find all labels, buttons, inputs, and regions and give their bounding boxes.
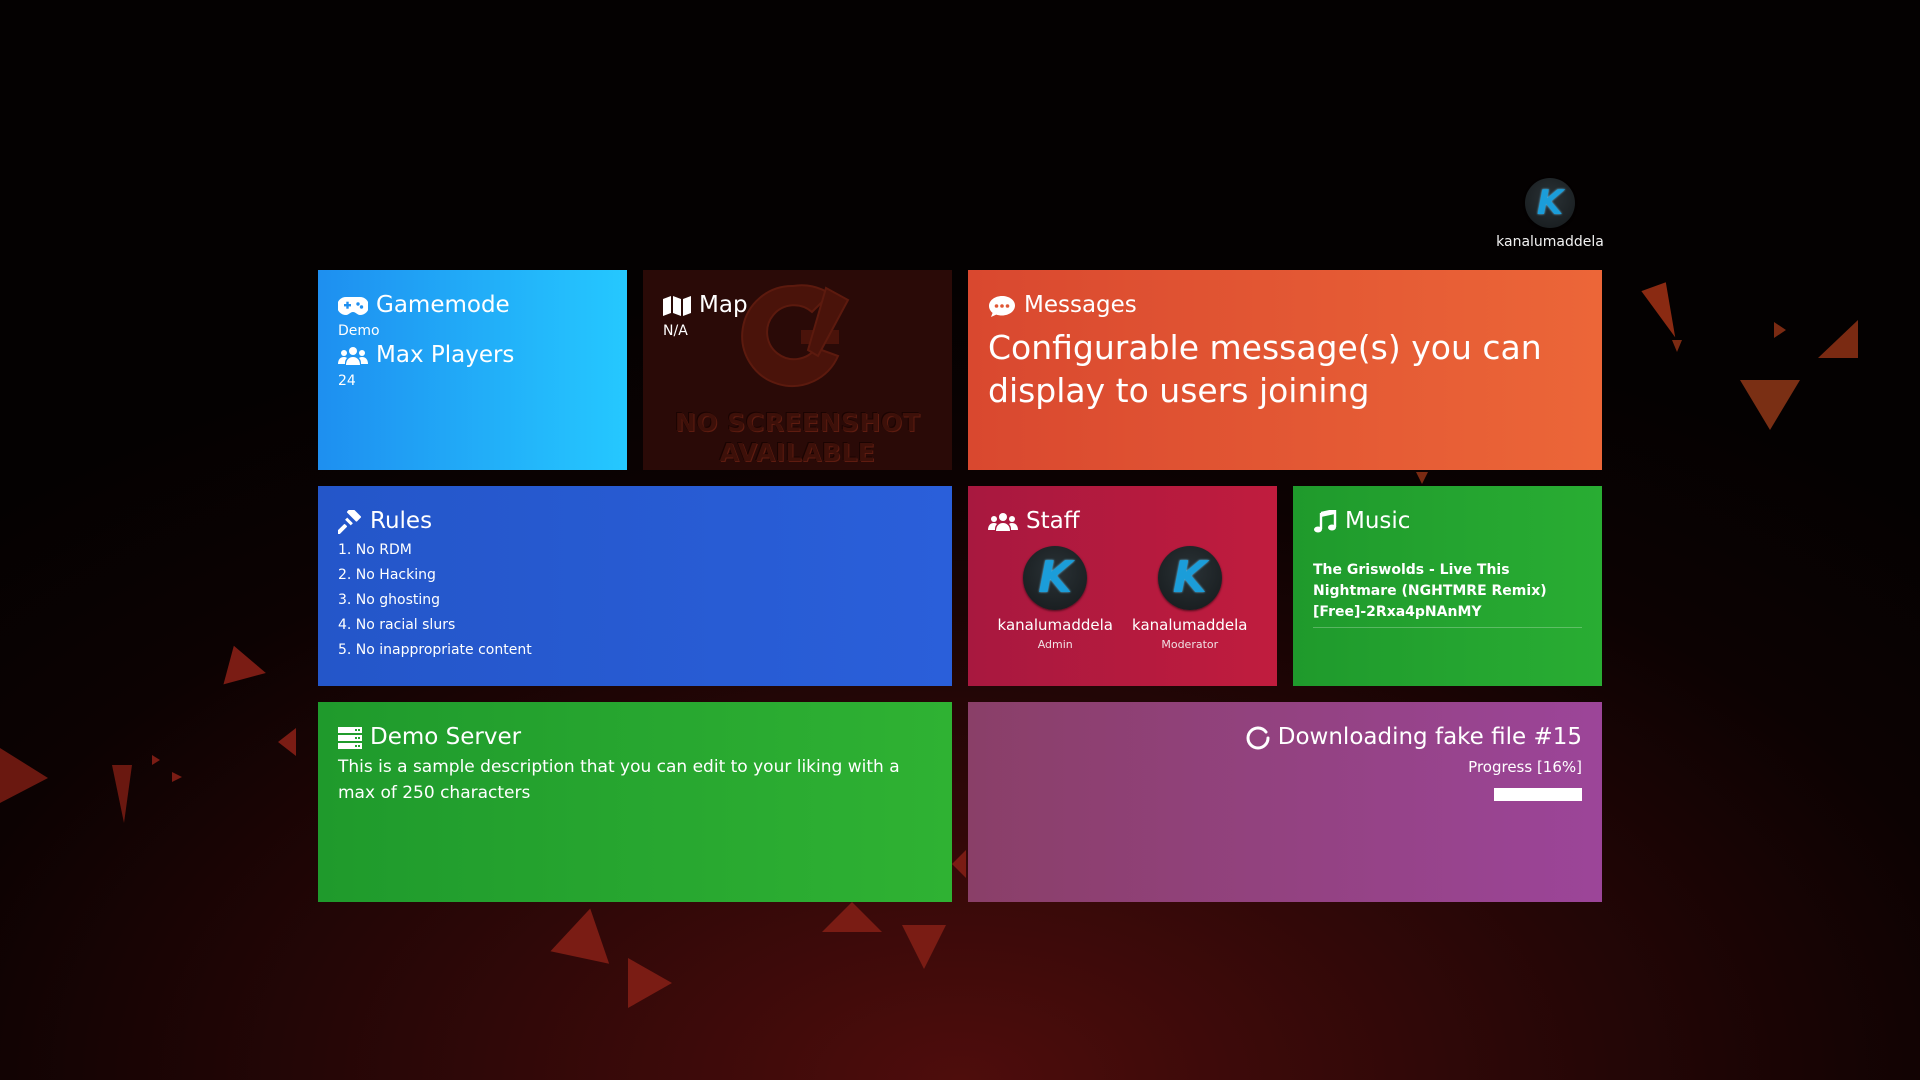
progress-bar-fill [1494, 788, 1582, 801]
rule-item: 5. No inappropriate content [338, 641, 532, 658]
user-profile[interactable]: K kanalumaddela [1480, 178, 1620, 250]
map-tile: NO SCREENSHOT AVAILABLE Map N/A [643, 270, 952, 470]
staff-avatar[interactable]: K [1157, 545, 1222, 610]
background-shard [628, 958, 672, 1008]
music-icon [1314, 509, 1337, 533]
gamepad-icon [338, 296, 368, 315]
background-shard [112, 765, 132, 823]
no-screenshot-line2: AVAILABLE [719, 438, 876, 467]
gamemode-value: Demo [338, 322, 380, 339]
song-title: The Griswolds - Live This Nightmare (NGH… [1313, 560, 1582, 628]
user-avatar[interactable]: K [1525, 178, 1575, 228]
background-shard [1740, 380, 1800, 430]
music-title: Music [1345, 508, 1411, 534]
staff-name: kanalumaddela [1132, 615, 1248, 634]
no-screenshot-line1: NO SCREENSHOT [674, 408, 921, 437]
progress-bar [1494, 788, 1582, 801]
music-heading: Music [1313, 508, 1582, 536]
avatar-letter: K [1038, 551, 1073, 603]
staff-member[interactable]: K kanalumaddela Moderator [1125, 545, 1255, 651]
server-title: Demo Server [370, 724, 522, 750]
server-description: This is a sample description that you ca… [338, 756, 900, 803]
staff-tile: Staff K kanalumaddela Admin K kanalumadd… [968, 486, 1277, 686]
user-name: kanalumaddela [1496, 234, 1604, 250]
background-shard [278, 728, 296, 756]
staff-role: Admin [1037, 637, 1073, 651]
avatar-letter: K [1172, 551, 1207, 603]
no-screenshot-text: NO SCREENSHOT AVAILABLE [675, 408, 920, 468]
progress-label: Progress [16%] [1468, 757, 1582, 776]
staff-heading: Staff [988, 508, 1257, 536]
map-icon [663, 295, 691, 316]
max-players-value: 24 [338, 372, 356, 389]
rule-item: 3. No ghosting [338, 591, 441, 608]
users-icon [338, 346, 368, 365]
download-tile: Downloading fake file #15 Progress [16%] [968, 702, 1602, 902]
messages-title: Messages [1024, 292, 1137, 318]
rule-item: 2. No Hacking [338, 566, 436, 583]
server-heading: Demo Server [338, 724, 932, 752]
background-shard [1672, 340, 1682, 352]
background-shard [152, 755, 160, 765]
rules-heading: Rules [338, 508, 932, 536]
rules-list: 1. No RDM 2. No Hacking 3. No ghosting 4… [338, 538, 932, 663]
message-text: Configurable message(s) you can display … [988, 327, 1542, 411]
messages-tile: Messages Configurable message(s) you can… [968, 270, 1602, 470]
map-info: Map N/A [663, 292, 932, 342]
background-shard [1641, 282, 1685, 343]
avatar-letter: K [1536, 183, 1564, 223]
gamemode-tile: Gamemode Demo Max Players 24 [318, 270, 627, 470]
background-shard [223, 645, 271, 695]
gavel-icon [338, 509, 362, 534]
rule-item: 1. No RDM [338, 541, 412, 558]
background-shard [952, 850, 966, 878]
map-value: N/A [663, 322, 688, 339]
staff-avatar[interactable]: K [1023, 545, 1088, 610]
background-shard [172, 772, 182, 782]
background-shard [1818, 320, 1858, 358]
rules-tile: Rules 1. No RDM 2. No Hacking 3. No ghos… [318, 486, 952, 686]
background-shard [1416, 472, 1428, 484]
spinner-icon [1246, 726, 1270, 750]
rules-title: Rules [370, 508, 433, 534]
gamemode-title: Gamemode [376, 292, 510, 318]
rule-item: 4. No racial slurs [338, 616, 456, 633]
staff-member[interactable]: K kanalumaddela Admin [990, 545, 1120, 651]
max-players-heading: Max Players [338, 342, 607, 370]
background-shard [902, 925, 946, 969]
staff-role: Moderator [1161, 637, 1219, 651]
max-players-title: Max Players [376, 341, 515, 368]
server-tile: Demo Server This is a sample description… [318, 702, 952, 902]
gamemode-heading: Gamemode [338, 292, 607, 320]
background-shard [0, 748, 48, 803]
music-tile: Music The Griswolds - Live This Nightmar… [1293, 486, 1602, 686]
download-heading: Downloading fake file #15 [1246, 724, 1582, 752]
map-heading: Map [663, 292, 932, 320]
staff-list: K kanalumaddela Admin K kanalumaddela Mo… [988, 545, 1257, 651]
download-title: Downloading fake file #15 [1277, 724, 1582, 750]
server-icon [338, 726, 362, 749]
staff-name: kanalumaddela [997, 615, 1113, 634]
background-shard [822, 902, 882, 932]
staff-title: Staff [1026, 508, 1080, 534]
comments-icon [989, 295, 1015, 317]
background-shard [550, 902, 620, 964]
download-heading-row: Downloading fake file #15 [988, 724, 1582, 752]
background-shard [1774, 322, 1786, 338]
map-title: Map [699, 292, 748, 318]
users-icon [988, 512, 1018, 531]
messages-heading: Messages [988, 292, 1582, 320]
